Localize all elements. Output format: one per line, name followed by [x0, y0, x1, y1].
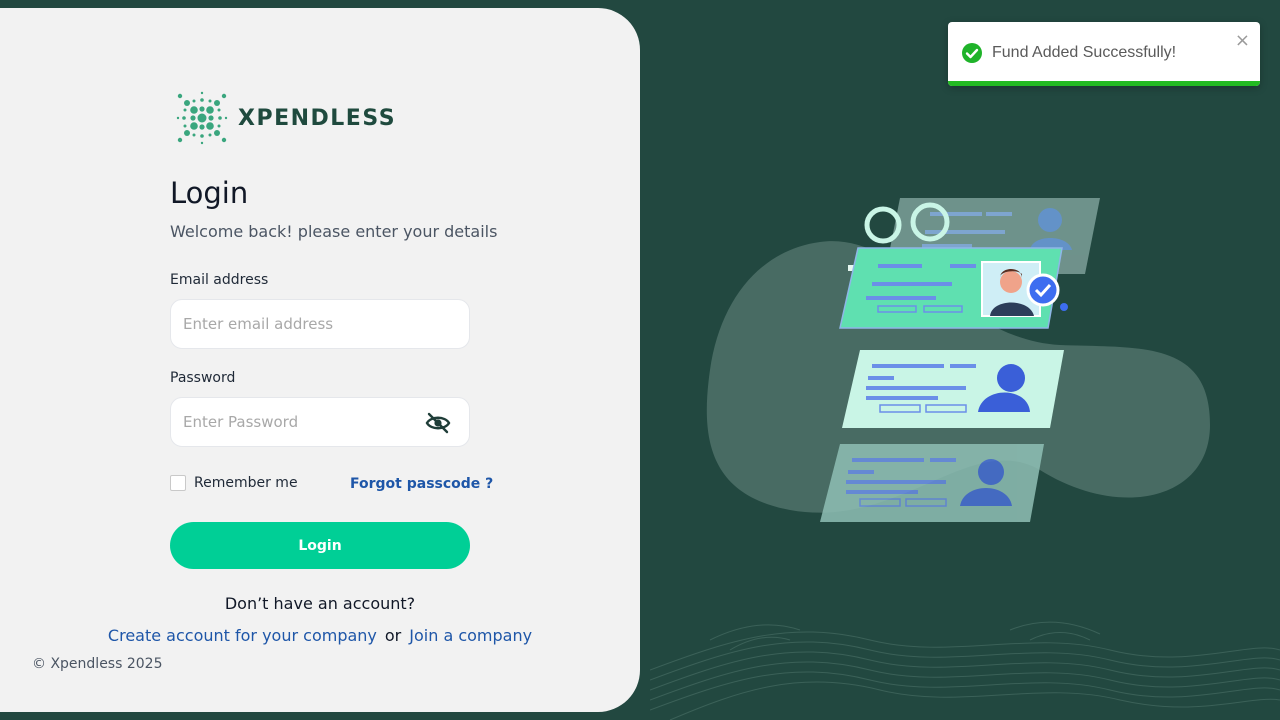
contour-pattern [650, 621, 1280, 720]
check-circle-icon [962, 43, 982, 63]
or-separator: or [384, 626, 402, 645]
create-company-account-link[interactable]: Create account for your company [108, 626, 377, 645]
login-panel: XPENDLESS Login Welcome back! please ent… [0, 8, 640, 712]
card-bottom [820, 444, 1044, 522]
remember-me-label[interactable]: Remember me [194, 475, 298, 491]
email-input[interactable] [171, 300, 469, 348]
page-subtitle: Welcome back! please enter your details [170, 222, 498, 241]
copyright: © Xpendless 2025 [32, 656, 163, 672]
success-toast: Fund Added Successfully! × [948, 22, 1260, 86]
toast-progress-bar [948, 81, 1260, 86]
brand-logo: XPENDLESS [174, 90, 396, 146]
password-label: Password [170, 370, 236, 386]
email-field-container [170, 299, 470, 349]
join-company-link[interactable]: Join a company [409, 626, 532, 645]
password-field-container [170, 397, 470, 447]
card-front [839, 247, 1068, 329]
eye-slash-icon[interactable] [425, 412, 451, 434]
card-middle [842, 350, 1064, 428]
close-icon[interactable]: × [1235, 32, 1250, 50]
remember-me-checkbox[interactable] [170, 475, 186, 491]
brand-name: XPENDLESS [238, 105, 397, 131]
no-account-text: Don’t have an account? [224, 594, 416, 613]
page-title: Login [170, 176, 249, 210]
toast-message: Fund Added Successfully! [992, 44, 1177, 61]
email-label: Email address [170, 272, 269, 288]
remember-me: Remember me [170, 475, 298, 491]
signup-links: Create account for your company or Join a … [100, 626, 540, 645]
login-button[interactable]: Login [170, 522, 470, 569]
forgot-passcode-link[interactable]: Forgot passcode ? [350, 476, 493, 492]
id-cards-illustration [706, 198, 1210, 522]
xpendless-logo-mark [176, 91, 228, 145]
